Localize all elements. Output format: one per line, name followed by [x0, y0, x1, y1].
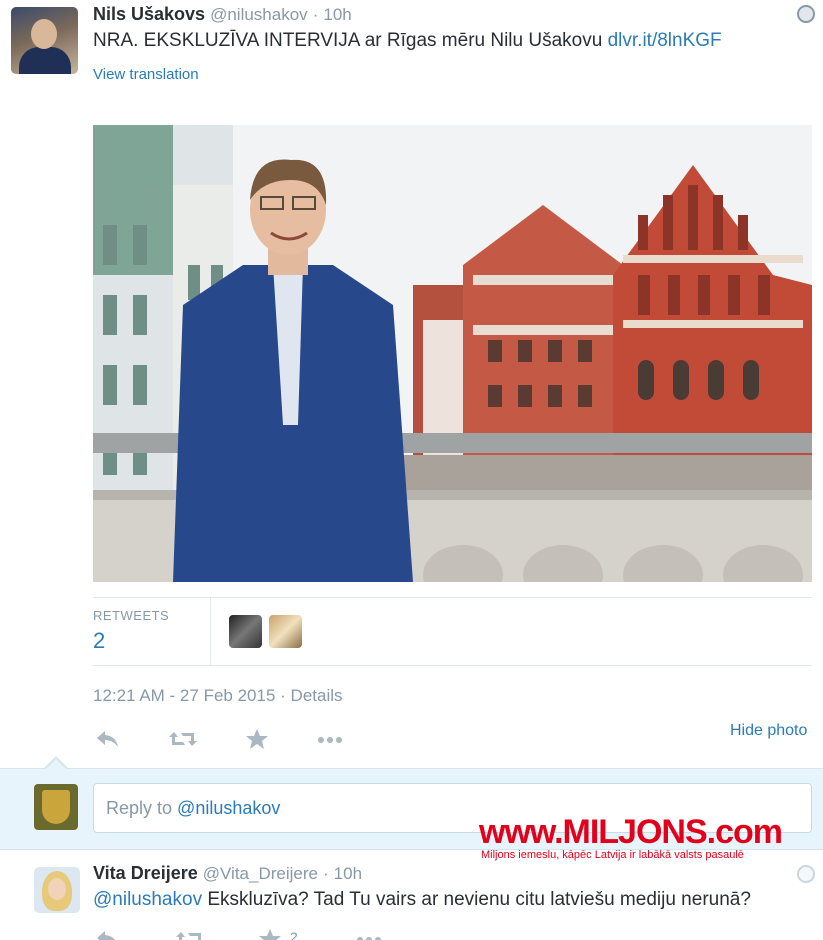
reply-tweet-mention[interactable]: @nilushakov	[93, 889, 202, 910]
star-icon[interactable]	[245, 728, 269, 755]
separator-dot: ·	[280, 686, 286, 705]
stats-divider-top	[93, 597, 812, 598]
avatar-body	[19, 47, 71, 74]
avatar-face	[31, 19, 57, 49]
author-handle[interactable]: @nilushakov	[210, 5, 308, 24]
tweet-timestamp: 12:21 AM - 27 Feb 2015 · Details	[93, 686, 343, 706]
tweet-link[interactable]: dlvr.it/8lnKGF	[608, 30, 722, 51]
retweets-count[interactable]: 2	[93, 628, 105, 654]
reply-tweet-header: Vita Dreijere @Vita_Dreijere · 10h	[93, 863, 362, 884]
reply-tweet-text: @nilushakov Ekskluzīva? Tad Tu vairs ar …	[93, 889, 751, 911]
globe-icon	[797, 865, 815, 883]
watermark-subtitle: Miljons iemeslu, kāpēc Latvija ir labākā…	[481, 849, 744, 861]
current-user-avatar[interactable]	[34, 784, 78, 830]
more-icon[interactable]	[316, 728, 346, 755]
tweet: Nils Ušakovs @nilushakov · 10h NRA. EKSK…	[0, 0, 823, 768]
reply-caret-inner	[46, 759, 66, 769]
reply-placeholder: Reply to	[106, 798, 178, 818]
tweet-photo[interactable]	[93, 125, 812, 582]
author-name[interactable]: Nils Ušakovs	[93, 4, 205, 24]
reply-author-name[interactable]: Vita Dreijere	[93, 863, 198, 883]
details-link[interactable]: Details	[291, 686, 343, 705]
separator-dot: ·	[312, 5, 319, 24]
shield-icon	[42, 790, 70, 824]
more-icon[interactable]	[355, 928, 385, 940]
retweet-icon[interactable]	[175, 928, 205, 940]
star-icon[interactable]	[258, 928, 282, 940]
globe-icon	[797, 5, 815, 23]
stats-divider-vertical	[210, 598, 211, 665]
watermark: www.MILJONS.com Miljons iemeslu, kāpēc L…	[479, 813, 783, 861]
retweeter-avatar[interactable]	[229, 615, 262, 648]
reply-tweet-body: Ekskluzīva? Tad Tu vairs ar nevienu citu…	[202, 889, 751, 910]
avatar-face	[48, 878, 66, 900]
view-translation-link[interactable]: View translation	[93, 66, 199, 83]
separator-dot: ·	[322, 864, 329, 883]
retweet-icon[interactable]	[168, 728, 198, 755]
hide-photo-link[interactable]: Hide photo	[730, 722, 807, 740]
reply-author-handle[interactable]: @Vita_Dreijere	[203, 864, 318, 883]
watermark-title: www.MILJONS.com	[479, 813, 783, 851]
reply-icon[interactable]	[95, 928, 121, 940]
reply-author-avatar[interactable]	[34, 867, 80, 913]
stats-divider-bottom	[93, 665, 812, 666]
favorites-count: 2	[290, 929, 298, 940]
timestamp-text: 12:21 AM - 27 Feb 2015	[93, 686, 276, 705]
retweeter-avatar[interactable]	[269, 615, 302, 648]
photo-illustration	[93, 125, 812, 582]
reply-icon[interactable]	[95, 728, 121, 755]
tweet-time[interactable]: 10h	[323, 5, 351, 24]
reply-mention: @nilushakov	[177, 798, 281, 818]
tweet-header: Nils Ušakovs @nilushakov · 10h	[93, 4, 352, 25]
author-avatar[interactable]	[11, 7, 78, 74]
tweet-text: NRA. EKSKLUZĪVA INTERVIJA ar Rīgas mēru …	[93, 30, 722, 52]
tweet-body: NRA. EKSKLUZĪVA INTERVIJA ar Rīgas mēru …	[93, 30, 603, 51]
retweets-label: RETWEETS	[93, 608, 170, 623]
reply-tweet-time[interactable]: 10h	[334, 864, 362, 883]
